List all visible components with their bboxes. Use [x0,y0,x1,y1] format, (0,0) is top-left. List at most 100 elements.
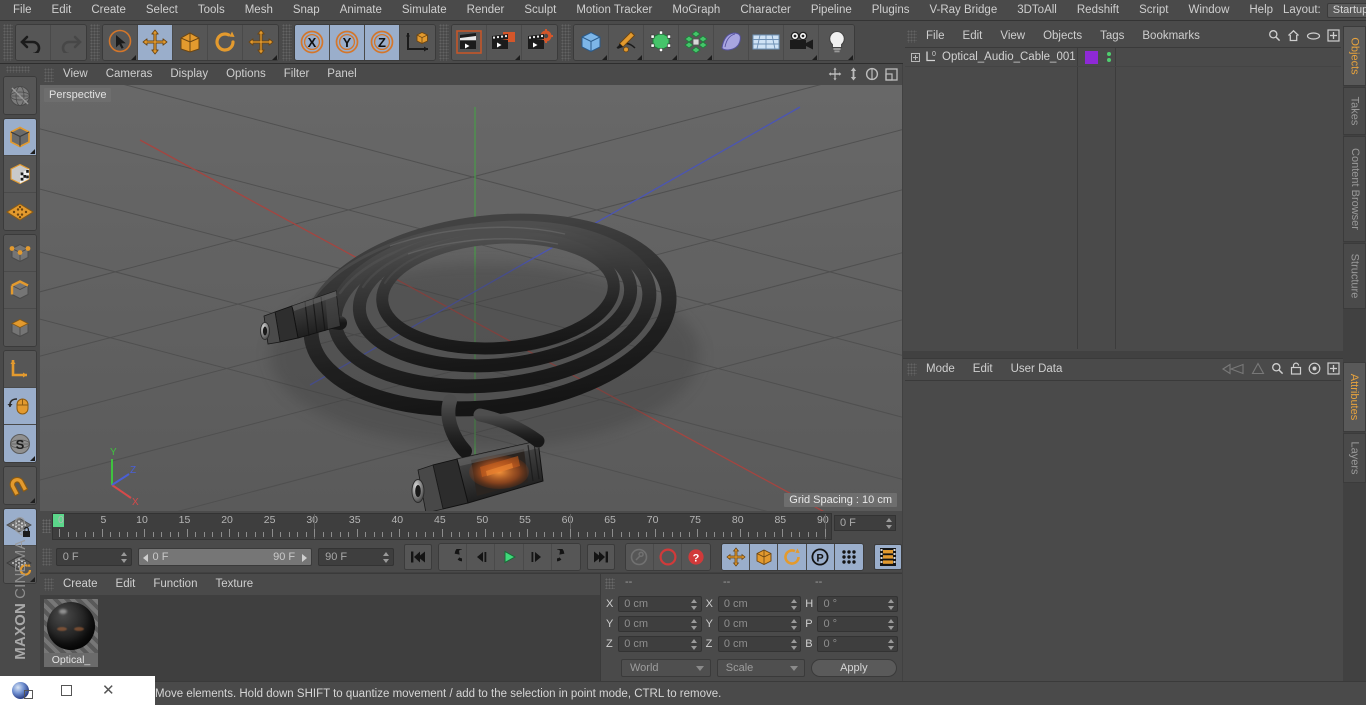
forward-arrow-icon[interactable] [1251,362,1265,375]
maximize-icon[interactable] [885,67,898,81]
search-icon[interactable] [1268,29,1281,42]
rotate-icon[interactable] [865,67,879,81]
tab-structure[interactable]: Structure [1343,243,1366,309]
timeline-mode-button[interactable] [873,544,902,570]
attribute-menu-user-data[interactable]: User Data [1002,359,1072,380]
record-active-objects-button[interactable] [625,544,655,570]
left-toolbar-grip[interactable] [6,66,30,73]
position-y-input[interactable]: 0 cm [618,616,702,632]
tab-objects[interactable]: Objects [1343,26,1366,86]
position-z-input[interactable]: 0 cm [618,636,702,652]
workplane-mode-button[interactable] [4,193,36,230]
toolbar-grip-3[interactable] [282,23,292,61]
material-menu-function[interactable]: Function [144,574,206,595]
menu-item-character[interactable]: Character [730,0,801,21]
object-row[interactable]: 0 Optical_Audio_Cable_001 [905,48,1341,67]
lock-y-axis-button[interactable]: Y [330,24,365,60]
play-backwards-button[interactable] [439,544,468,570]
keyframe-selection-button[interactable]: ? [682,544,711,570]
render-settings-button[interactable] [522,24,557,60]
size-z-input[interactable]: 0 cm [717,636,802,652]
menu-item-script[interactable]: Script [1129,0,1178,21]
size-y-stepper[interactable] [790,619,797,630]
menu-item-edit[interactable]: Edit [42,0,82,21]
toolbar-grip-4[interactable] [439,23,449,61]
toolbar-grip-1[interactable] [3,23,13,61]
minimize-window-icon[interactable] [61,685,72,696]
range-right-arrow-icon[interactable] [302,554,308,562]
live-selection-tool[interactable] [103,24,138,60]
viewport-menu-view[interactable]: View [54,64,97,85]
undo-button[interactable] [16,24,51,60]
world-object-coordinate-button[interactable] [400,24,435,60]
rotation-b-input[interactable]: 0 ° [817,636,898,652]
object-tag-swatch[interactable] [1085,51,1098,64]
close-window-icon[interactable]: ✕ [102,683,115,698]
viewport-solo-button[interactable] [4,388,36,425]
edges-mode-button[interactable] [4,272,36,309]
position-x-stepper[interactable] [691,599,698,610]
size-z-stepper[interactable] [790,639,797,650]
rotate-tool[interactable] [208,24,243,60]
rotation-h-stepper[interactable] [887,599,894,610]
tab-takes[interactable]: Takes [1343,87,1366,135]
material-manager-grip[interactable] [44,578,54,591]
model-mode-button[interactable] [4,119,36,156]
size-mode-dropdown[interactable]: Scale [716,659,805,677]
move-vertical-icon[interactable] [848,67,859,81]
visibility-dots[interactable] [1107,52,1111,62]
current-frame-stepper[interactable] [121,552,128,563]
menu-item-motion-tracker[interactable]: Motion Tracker [566,0,662,21]
menu-item-render[interactable]: Render [457,0,515,21]
go-to-next-frame-button[interactable] [523,544,552,570]
current-frame-field[interactable]: 0 F [55,548,132,566]
render-to-picture-viewer-button[interactable] [487,24,522,60]
viewport-menu-display[interactable]: Display [161,64,217,85]
timeline-grip[interactable] [42,519,51,533]
attribute-manager-grip[interactable] [907,363,917,376]
target-icon[interactable] [1308,362,1321,375]
range-left-arrow-icon[interactable] [142,554,148,562]
viewport-canvas[interactable]: Perspective Grid Spacing : 10 cm Y X Z [40,85,902,511]
attribute-menu-edit[interactable]: Edit [964,359,1002,380]
menu-item-help[interactable]: Help [1239,0,1283,21]
size-x-input[interactable]: 0 cm [717,596,802,612]
rotation-h-input[interactable]: 0 ° [817,596,898,612]
playbar-grip[interactable] [42,548,52,566]
apply-button[interactable]: Apply [810,659,898,677]
polygons-mode-button[interactable] [4,309,36,346]
tab-layers[interactable]: Layers [1343,433,1366,483]
add-floor-button[interactable] [749,24,784,60]
add-camera-button[interactable] [784,24,819,60]
attribute-menu-mode[interactable]: Mode [917,359,964,380]
menu-item-plugins[interactable]: Plugins [862,0,920,21]
end-frame-stepper[interactable] [383,552,390,563]
timeline-ruler[interactable]: 0 5 10 15 20 25 30 35 40 45 50 55 60 65 70 75 80 85 90 [52,513,832,540]
viewport-menu-cameras[interactable]: Cameras [97,64,162,85]
lock-x-axis-button[interactable]: X [295,24,330,60]
menu-item-window[interactable]: Window [1178,0,1239,21]
autokeying-button[interactable] [654,544,683,570]
toolbar-grip-2[interactable] [90,23,100,61]
tab-content-browser[interactable]: Content Browser [1343,136,1366,242]
rotation-p-stepper[interactable] [887,619,894,630]
add-light-button[interactable] [819,24,854,60]
menu-item-pipeline[interactable]: Pipeline [801,0,862,21]
attribute-manager-body[interactable] [905,380,1341,679]
add-generator-button[interactable] [644,24,679,60]
rotation-b-stepper[interactable] [887,639,894,650]
position-x-input[interactable]: 0 cm [618,596,702,612]
pla-key-button[interactable] [834,544,863,570]
lock-z-axis-button[interactable]: Z [365,24,400,60]
preview-range-bar[interactable]: 0 F 90 F [137,548,313,566]
position-z-stepper[interactable] [691,639,698,650]
menu-item-sculpt[interactable]: Sculpt [514,0,566,21]
go-to-end-button[interactable] [586,544,615,570]
material-menu-texture[interactable]: Texture [206,574,262,595]
menu-item-redshift[interactable]: Redshift [1067,0,1129,21]
material-manager-body[interactable]: Optical_ [40,595,600,683]
render-view-button[interactable] [452,24,487,60]
menu-item-mesh[interactable]: Mesh [235,0,283,21]
make-editable-button[interactable] [4,77,36,114]
scale-tool[interactable] [173,24,208,60]
